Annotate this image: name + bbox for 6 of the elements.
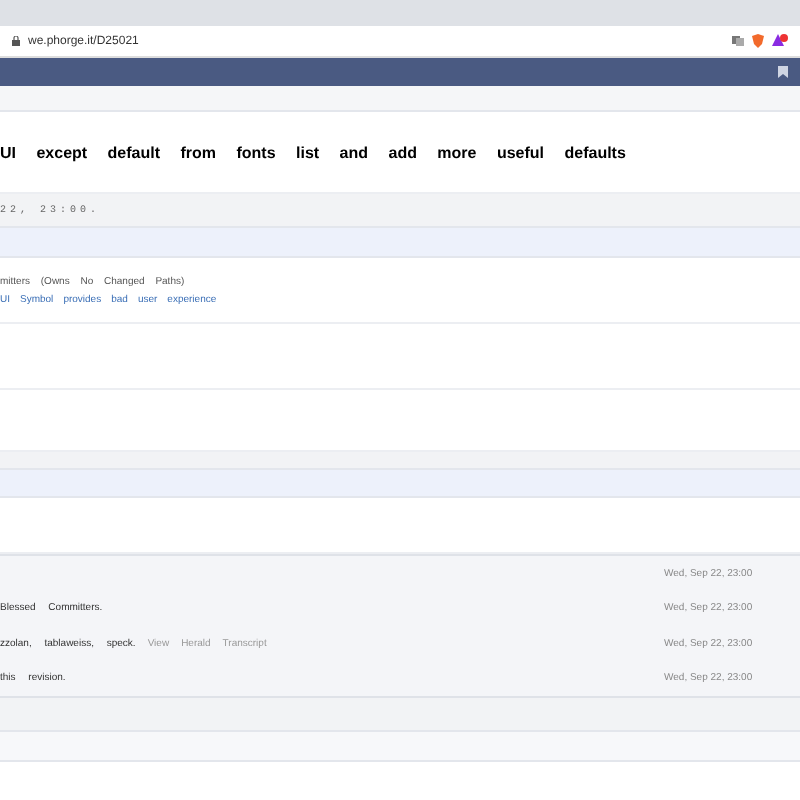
lock-icon — [12, 36, 20, 46]
shield-icon[interactable] — [752, 34, 764, 48]
translate-icon[interactable] — [732, 36, 744, 46]
bookmark-icon[interactable] — [778, 66, 788, 78]
revision-title: UI except default from fonts list and add more useful defaults — [0, 143, 628, 161]
triangle-icon[interactable] — [772, 34, 788, 48]
